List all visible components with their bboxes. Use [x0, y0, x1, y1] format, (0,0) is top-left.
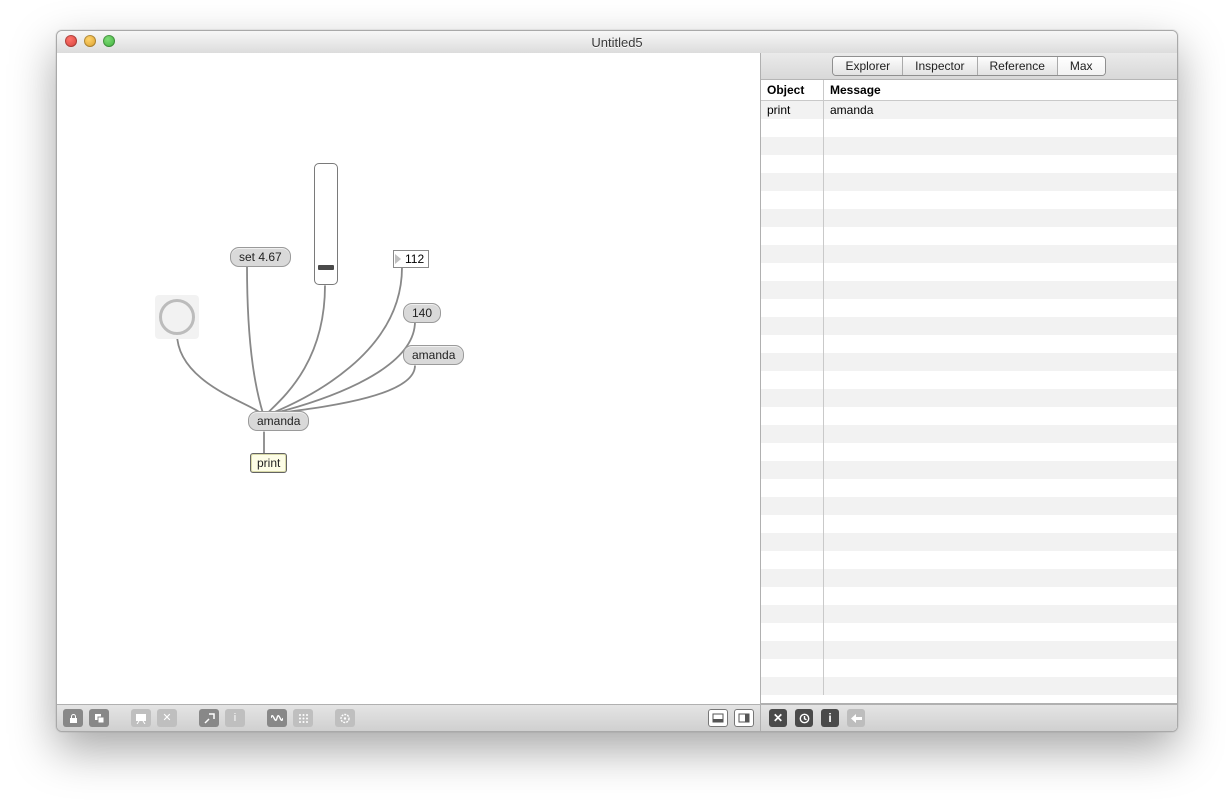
app-window: Untitled5 [56, 30, 1178, 732]
object-print-label: print [257, 456, 280, 470]
zoom-tool-icon[interactable] [199, 709, 219, 727]
close-box-icon[interactable]: ✕ [157, 709, 177, 727]
console-row-message: amanda [824, 103, 1177, 117]
console-header-object: Object [761, 80, 824, 100]
info-icon[interactable]: i [225, 709, 245, 727]
back-icon[interactable] [847, 709, 865, 727]
close-icon[interactable] [65, 35, 77, 47]
tab-reference[interactable]: Reference [978, 57, 1058, 75]
patcher-pane: set 4.67 112 140 [57, 53, 761, 731]
console-row-object: print [761, 101, 824, 119]
tab-max[interactable]: Max [1058, 57, 1105, 75]
new-view-icon[interactable] [89, 709, 109, 727]
message-140[interactable]: 140 [403, 303, 441, 323]
minimize-icon[interactable] [84, 35, 96, 47]
message-amanda-source-label: amanda [412, 348, 455, 362]
console-row[interactable]: printamanda [761, 101, 1177, 119]
patcher-canvas[interactable]: set 4.67 112 140 [57, 53, 760, 704]
message-140-label: 140 [412, 306, 432, 320]
message-amanda-source[interactable]: amanda [403, 345, 464, 365]
lock-icon[interactable] [63, 709, 83, 727]
slider-object[interactable] [314, 163, 338, 285]
info-console-icon[interactable]: i [821, 709, 839, 727]
zoom-icon[interactable] [103, 35, 115, 47]
scheduler-icon[interactable] [335, 709, 355, 727]
object-print[interactable]: print [250, 453, 287, 473]
sidebar-tabs: Explorer Inspector Reference Max [761, 53, 1177, 80]
clear-icon[interactable]: ✕ [769, 709, 787, 727]
message-set[interactable]: set 4.67 [230, 247, 291, 267]
max-console[interactable]: Object Message printamanda [761, 80, 1177, 704]
message-amanda-dest-label: amanda [257, 414, 300, 428]
number-box[interactable]: 112 [393, 250, 429, 268]
dial-icon [159, 299, 195, 335]
grid-icon[interactable] [293, 709, 313, 727]
history-icon[interactable] [795, 709, 813, 727]
split-view-icon[interactable] [734, 709, 754, 727]
console-header-message: Message [824, 80, 1177, 100]
titlebar: Untitled5 [57, 31, 1177, 54]
single-view-icon[interactable] [708, 709, 728, 727]
tab-explorer[interactable]: Explorer [833, 57, 903, 75]
dsp-icon[interactable] [267, 709, 287, 727]
dial-object[interactable] [155, 295, 199, 339]
tab-inspector[interactable]: Inspector [903, 57, 977, 75]
message-amanda-dest[interactable]: amanda [248, 411, 309, 431]
sidebar-pane: Explorer Inspector Reference Max Object … [761, 53, 1177, 731]
console-header: Object Message [761, 80, 1177, 101]
presentation-icon[interactable] [131, 709, 151, 727]
console-toolbar: ✕ i [761, 704, 1177, 731]
numbox-triangle-icon [395, 254, 401, 264]
patch-cords [57, 53, 760, 704]
patcher-toolbar: ✕ i [57, 704, 760, 731]
window-title: Untitled5 [57, 35, 1177, 50]
number-box-value: 112 [405, 252, 424, 266]
message-set-label: set 4.67 [239, 250, 282, 264]
